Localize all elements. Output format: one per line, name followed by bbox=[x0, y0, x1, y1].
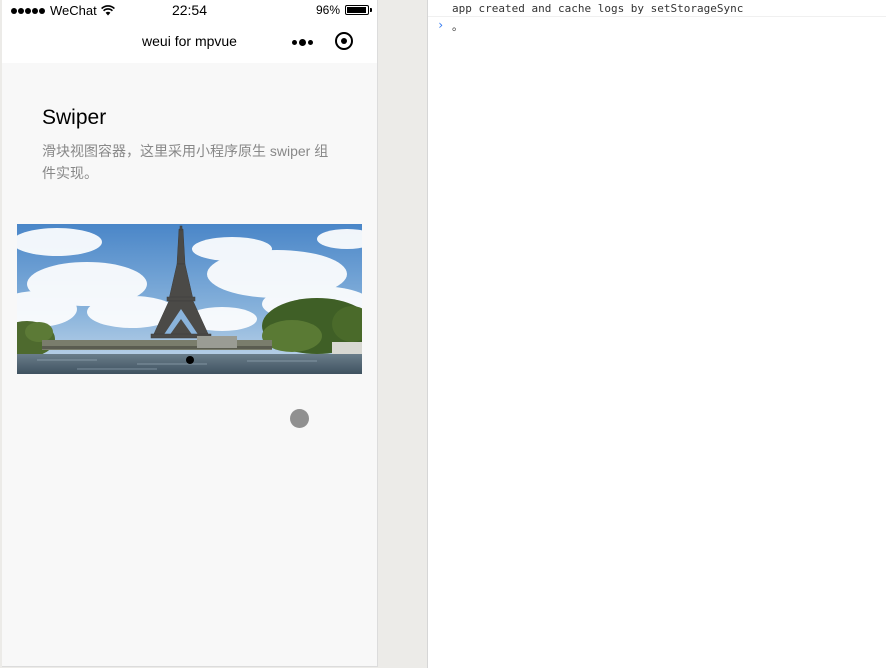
swiper[interactable] bbox=[17, 224, 362, 374]
navigation-bar: weui for mpvue bbox=[2, 20, 377, 63]
page-description: 滑块视图容器，这里采用小程序原生 swiper 组件实现。 bbox=[42, 143, 329, 181]
chevron-right-icon: › bbox=[437, 18, 445, 32]
console-log-line: app created and cache logs by setStorage… bbox=[452, 2, 744, 15]
nav-title: weui for mpvue bbox=[142, 33, 237, 49]
page-content: Swiper 滑块视图容器，这里采用小程序原生 swiper 组件实现。 bbox=[2, 63, 377, 666]
battery-icon bbox=[345, 5, 372, 15]
phone-simulator: WeChat 22:54 96% weui for mpvue Swiper 滑… bbox=[2, 0, 378, 667]
swiper-indicators bbox=[17, 356, 362, 364]
capsule-close-icon[interactable] bbox=[335, 32, 353, 50]
touch-cursor bbox=[290, 409, 309, 428]
status-bar: WeChat 22:54 96% bbox=[2, 0, 377, 20]
battery-percent: 96% bbox=[315, 3, 340, 17]
swiper-dot[interactable] bbox=[185, 356, 194, 364]
screen: WeChat 22:54 96% weui for mpvue Swiper 滑… bbox=[0, 0, 886, 668]
console-divider bbox=[428, 16, 886, 17]
battery-fill bbox=[347, 7, 367, 13]
console-panel: app created and cache logs by setStorage… bbox=[427, 0, 886, 668]
status-right: 96% bbox=[315, 3, 372, 17]
console-input[interactable] bbox=[452, 18, 872, 33]
page-title: Swiper bbox=[42, 106, 107, 129]
more-icon[interactable] bbox=[290, 34, 314, 50]
eiffel-tower-photo bbox=[17, 224, 362, 374]
